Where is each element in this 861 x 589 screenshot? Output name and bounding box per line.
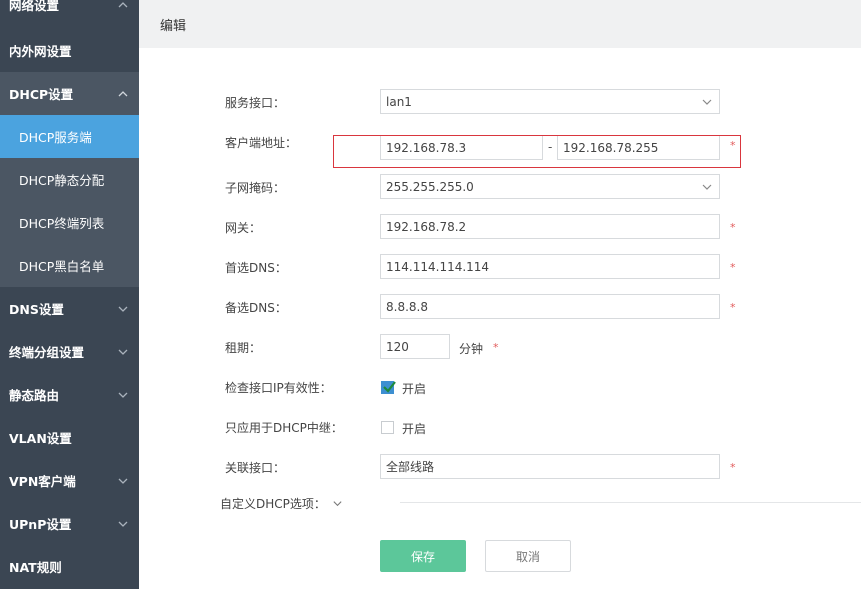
gateway-input[interactable]: 192.168.78.2 <box>380 214 720 239</box>
service-interface-label: 服务接口： <box>225 96 286 110</box>
service-interface-select[interactable]: lan1 <box>380 89 720 114</box>
sidebar-item-label: 网络设置 <box>9 0 60 13</box>
sidebar-item-vpn-client[interactable]: VPN客户端 <box>0 459 139 502</box>
sidebar-item-label: NAT规则 <box>9 560 62 575</box>
chevron-down-icon <box>117 475 129 487</box>
client-address-end-input[interactable]: 192.168.78.255 <box>557 135 720 160</box>
sidebar-item-dns-settings[interactable]: DNS设置 <box>0 287 139 330</box>
chevron-down-icon <box>333 501 342 507</box>
range-separator: - <box>548 140 553 154</box>
check-ip-checkbox[interactable] <box>381 381 396 394</box>
sidebar-item-dhcp-clients[interactable]: DHCP终端列表 <box>0 201 139 244</box>
check-ip-label: 检查接口IP有效性： <box>225 381 332 395</box>
primary-dns-input[interactable]: 114.114.114.114 <box>380 254 720 279</box>
relay-only-checkbox[interactable] <box>381 421 394 434</box>
chevron-up-icon <box>117 88 129 100</box>
required-mark: * <box>730 221 736 234</box>
linked-interface-label: 关联接口： <box>225 461 286 475</box>
sidebar-item-label: UPnP设置 <box>9 517 72 532</box>
sidebar-item-label: 内外网设置 <box>9 44 72 59</box>
sidebar-item-label: DHCP终端列表 <box>19 216 105 231</box>
sidebar-item-network-settings[interactable]: 网络设置 <box>0 0 139 26</box>
chevron-down-icon <box>701 96 713 108</box>
linked-interface-input[interactable]: 全部线路 <box>380 454 720 479</box>
required-mark: * <box>730 301 736 314</box>
chevron-down-icon <box>117 303 129 315</box>
lease-label: 租期： <box>225 341 262 355</box>
sidebar-item-lan-wan-settings[interactable]: 内外网设置 <box>0 29 139 72</box>
sidebar-item-label: 静态路由 <box>9 388 60 403</box>
chevron-down-icon <box>117 346 129 358</box>
relay-only-option: 开启 <box>402 422 427 436</box>
primary-dns-value: 114.114.114.114 <box>386 259 490 274</box>
check-ip-option: 开启 <box>402 382 427 396</box>
sidebar-item-label: DHCP黑白名单 <box>19 259 105 274</box>
sidebar-item-label: VLAN设置 <box>9 431 72 446</box>
sidebar-item-dhcp-blackwhite[interactable]: DHCP黑白名单 <box>0 244 139 287</box>
primary-dns-label: 首选DNS： <box>225 261 287 275</box>
client-address-start-value: 192.168.78.3 <box>386 140 467 155</box>
linked-interface-value: 全部线路 <box>386 460 435 474</box>
sidebar: 网络设置 内外网设置 DHCP设置 DHCP服务端 DHCP静态分配 DHCP终… <box>0 0 139 589</box>
chevron-down-icon <box>117 389 129 401</box>
secondary-dns-input[interactable]: 8.8.8.8 <box>380 294 720 319</box>
page-title: 编辑 <box>160 18 187 34</box>
required-mark: * <box>730 139 736 152</box>
sidebar-item-label: DNS设置 <box>9 302 64 317</box>
required-mark: * <box>493 341 499 354</box>
sidebar-item-terminal-groups[interactable]: 终端分组设置 <box>0 330 139 373</box>
required-mark: * <box>730 461 736 474</box>
subnet-mask-select[interactable]: 255.255.255.0 <box>380 174 720 199</box>
sidebar-item-label: DHCP服务端 <box>19 130 92 145</box>
sidebar-item-label: 终端分组设置 <box>9 345 85 360</box>
lease-value: 120 <box>386 339 409 354</box>
gateway-value: 192.168.78.2 <box>386 219 467 234</box>
subnet-mask-label: 子网掩码： <box>225 181 286 195</box>
sidebar-item-vlan-settings[interactable]: VLAN设置 <box>0 416 139 459</box>
relay-only-label: 只应用于DHCP中继： <box>225 421 343 435</box>
sidebar-item-upnp-settings[interactable]: UPnP设置 <box>0 502 139 545</box>
client-address-start-input[interactable]: 192.168.78.3 <box>380 135 543 160</box>
divider <box>400 502 861 503</box>
sidebar-item-dhcp-settings[interactable]: DHCP设置 <box>0 72 139 115</box>
lease-unit: 分钟 <box>459 342 484 356</box>
sidebar-item-label: DHCP设置 <box>9 87 74 102</box>
sidebar-item-dhcp-server[interactable]: DHCP服务端 <box>0 115 139 158</box>
chevron-up-icon <box>117 0 129 11</box>
cancel-button[interactable]: 取消 <box>485 540 571 572</box>
service-interface-value: lan1 <box>386 94 412 109</box>
page-header: 编辑 <box>139 0 861 48</box>
sidebar-item-static-routes[interactable]: 静态路由 <box>0 373 139 416</box>
sidebar-item-label: DHCP静态分配 <box>19 173 105 188</box>
save-button[interactable]: 保存 <box>380 540 466 572</box>
checkmark-icon <box>383 381 396 393</box>
secondary-dns-label: 备选DNS： <box>225 301 287 315</box>
chevron-down-icon <box>117 518 129 530</box>
lease-input[interactable]: 120 <box>380 334 450 359</box>
required-mark: * <box>730 261 736 274</box>
sidebar-item-nat-rules[interactable]: NAT规则 <box>0 545 139 588</box>
gateway-label: 网关： <box>225 221 262 235</box>
sidebar-item-label: VPN客户端 <box>9 474 76 489</box>
subnet-mask-value: 255.255.255.0 <box>386 179 474 194</box>
sidebar-item-dhcp-static[interactable]: DHCP静态分配 <box>0 158 139 201</box>
secondary-dns-value: 8.8.8.8 <box>386 299 428 314</box>
custom-options-label: 自定义DHCP选项： <box>220 497 326 511</box>
client-address-label: 客户端地址： <box>225 136 298 150</box>
custom-options-toggle[interactable]: 自定义DHCP选项： <box>220 495 343 512</box>
chevron-down-icon <box>701 181 713 193</box>
client-address-end-value: 192.168.78.255 <box>563 140 659 155</box>
